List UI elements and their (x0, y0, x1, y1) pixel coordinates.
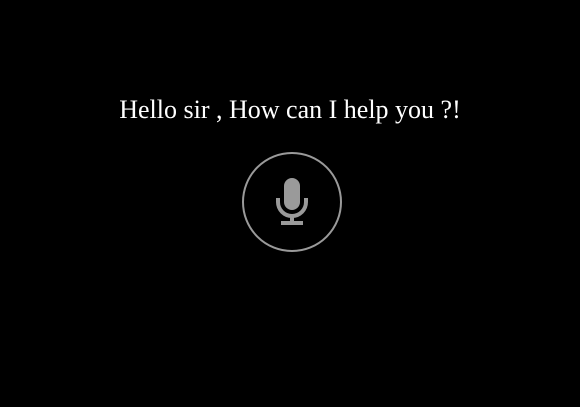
microphone-button[interactable] (242, 152, 342, 252)
microphone-icon (276, 178, 308, 225)
assistant-greeting: Hello sir , How can I help you ?! (119, 95, 461, 124)
voice-assistant-screen: Hello sir , How can I help you ?! (0, 0, 580, 407)
